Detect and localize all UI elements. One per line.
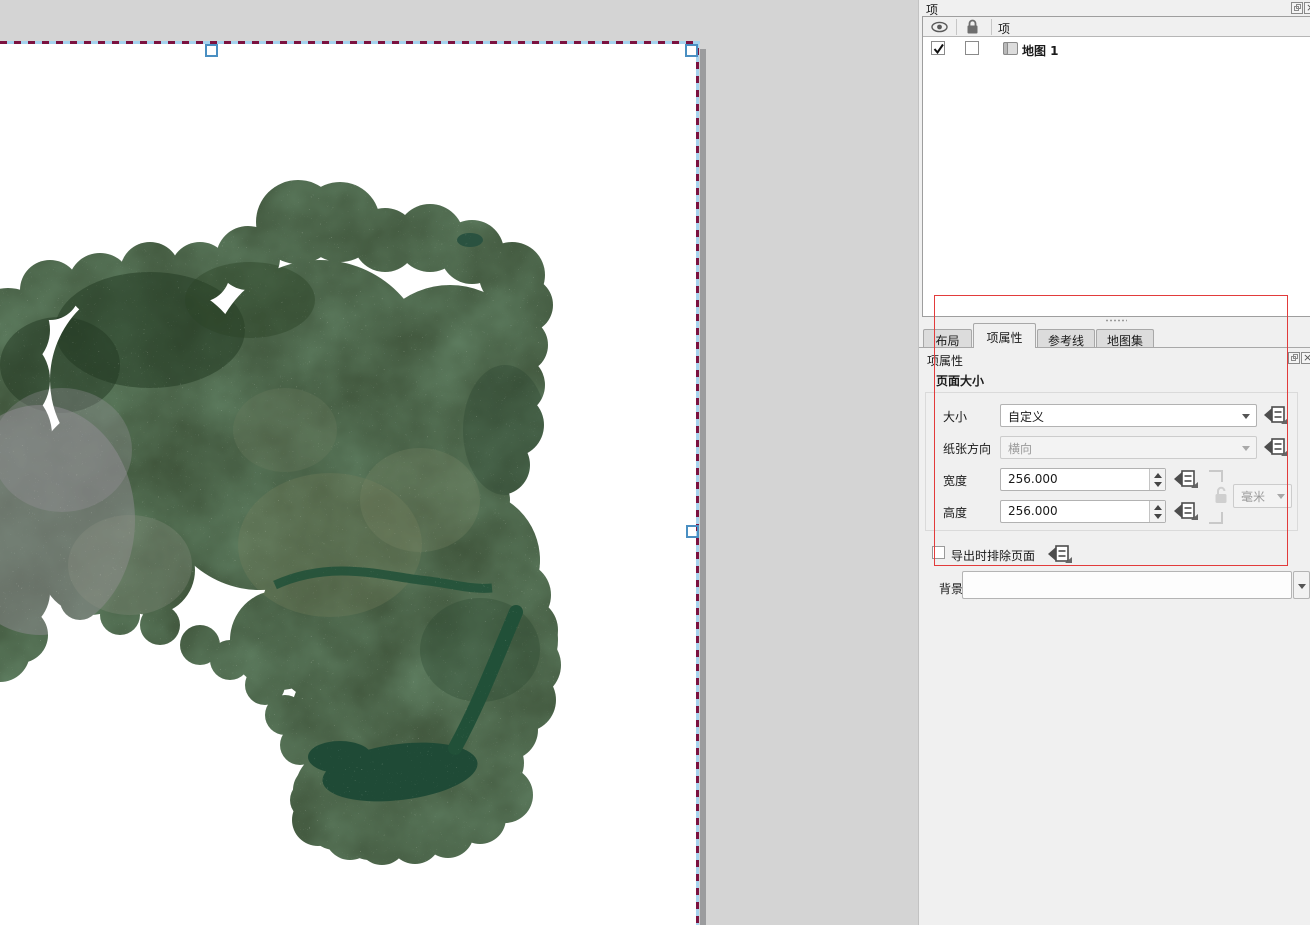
spinner-buttons[interactable] [1149, 469, 1165, 490]
map-item-icon [1003, 42, 1018, 55]
tab-atlas[interactable]: 地图集 [1096, 329, 1154, 348]
layout-canvas[interactable] [0, 0, 918, 925]
background-label: 背景 [939, 582, 964, 596]
map-item-label[interactable]: 地图 1 [1022, 42, 1059, 59]
selection-border-right [696, 41, 699, 925]
spinner-buttons[interactable] [1149, 501, 1165, 522]
page-shadow [700, 49, 706, 925]
right-dock-panel: 项 × 项 [918, 0, 1310, 925]
chevron-down-icon [1242, 446, 1250, 451]
width-data-defined-button[interactable] [1173, 468, 1199, 491]
panel-tabbar: 布局 项属性 参考线 地图集 [919, 323, 1310, 348]
chevron-down-icon [1298, 584, 1306, 589]
close-properties-button[interactable]: × [1301, 351, 1310, 364]
link-unlocked-icon[interactable] [1213, 485, 1229, 505]
tab-guides[interactable]: 参考线 [1037, 329, 1095, 348]
item-properties-title: 项属性 [927, 354, 964, 368]
close-panel-button[interactable]: × [1304, 1, 1310, 14]
background-color-dropdown[interactable] [1293, 571, 1310, 599]
width-spinbox[interactable]: 256.000 [1000, 468, 1166, 491]
spin-down-icon [1154, 514, 1162, 519]
close-icon: × [1303, 351, 1310, 364]
items-tree[interactable]: 项 地图 1 [922, 16, 1310, 317]
map-item-satellite-image[interactable] [0, 43, 700, 925]
size-data-defined-button[interactable] [1263, 404, 1289, 427]
orientation-label: 纸张方向 [943, 442, 992, 456]
float-icon-2 [1293, 354, 1298, 359]
satellite-imagery [0, 180, 561, 865]
size-value: 自定义 [1008, 410, 1045, 424]
chevron-down-icon [1242, 414, 1250, 419]
items-column-header: 项 [998, 22, 1011, 36]
tab-item-properties[interactable]: 项属性 [973, 323, 1036, 348]
chevron-down-icon [1277, 494, 1285, 499]
height-spinbox[interactable]: 256.000 [1000, 500, 1166, 523]
height-value: 256.000 [1008, 504, 1058, 518]
height-label: 高度 [943, 506, 968, 520]
column-separator [956, 19, 957, 35]
float-panel-button[interactable] [1291, 2, 1303, 14]
float-icon-2 [1296, 4, 1301, 9]
items-tree-header: 项 [923, 17, 1310, 37]
orientation-value: 横向 [1008, 442, 1033, 456]
exclude-page-label: 导出时排除页面 [951, 549, 1036, 563]
spin-down-icon [1154, 482, 1162, 487]
orientation-data-defined-button[interactable] [1263, 436, 1289, 459]
visibility-checkbox[interactable] [931, 41, 945, 55]
selection-handle-top[interactable] [205, 44, 218, 57]
size-label: 大小 [943, 410, 968, 424]
units-value: 毫米 [1241, 490, 1266, 504]
width-value: 256.000 [1008, 472, 1058, 486]
spin-up-icon [1154, 505, 1162, 510]
close-icon: × [1306, 1, 1310, 14]
tab-layout[interactable]: 布局 [923, 329, 972, 348]
units-combobox[interactable]: 毫米 [1233, 484, 1292, 508]
panel-splitter-handle[interactable] [1105, 319, 1127, 322]
orientation-combobox[interactable]: 横向 [1000, 436, 1257, 459]
link-bracket-bottom [1209, 512, 1223, 524]
exclude-data-defined-button[interactable] [1047, 543, 1073, 566]
page-size-section-title: 页面大小 [936, 374, 985, 388]
eye-icon [931, 21, 948, 33]
float-properties-button[interactable] [1288, 352, 1300, 364]
size-combobox[interactable]: 自定义 [1000, 404, 1257, 427]
width-label: 宽度 [943, 474, 968, 488]
selection-border-top [0, 41, 700, 44]
selection-handle-right[interactable] [686, 525, 699, 538]
qgis-layout-window: 项 × 项 [0, 0, 1310, 925]
column-separator [991, 19, 992, 35]
check-icon [933, 43, 944, 55]
lock-icon [967, 19, 978, 34]
height-data-defined-button[interactable] [1173, 500, 1199, 523]
background-color-button[interactable] [962, 571, 1292, 599]
exclude-page-checkbox[interactable] [932, 546, 945, 559]
spin-up-icon [1154, 473, 1162, 478]
selection-handle-top-right[interactable] [685, 44, 698, 57]
lock-checkbox[interactable] [965, 41, 979, 55]
link-bracket-top [1209, 470, 1223, 482]
